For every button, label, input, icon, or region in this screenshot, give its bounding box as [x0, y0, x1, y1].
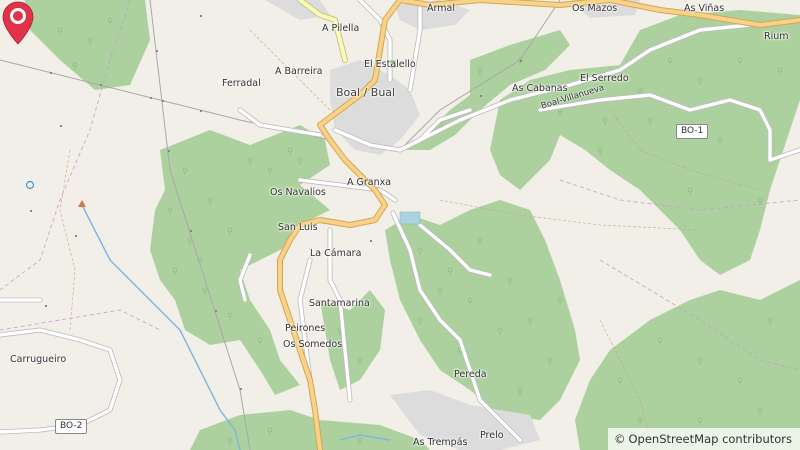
place-label-peirones: Peirones [285, 323, 326, 334]
road-shield-bo1: BO-1 [676, 124, 709, 139]
place-label-a-pilella: A Pilella [322, 23, 360, 34]
peak-icon [78, 200, 86, 207]
attribution-link[interactable]: OpenStreetMap contributors [628, 432, 792, 446]
track-1 [59, 149, 76, 331]
place-label-santamarina: Santamarina [309, 298, 370, 309]
place-label-san-luis: San Luis [278, 222, 318, 233]
spring-icon [25, 180, 35, 190]
map-attribution: © OpenStreetMap contributors [607, 428, 800, 450]
place-label-boal: Boal / Bual [336, 86, 396, 99]
place-label-el-estalello: El Estalello [364, 59, 416, 70]
place-label-os-navalios: Os Navalios [270, 187, 326, 198]
place-label-as-cabanas: As Cabanas [512, 83, 568, 94]
place-label-armal: Armal [427, 3, 455, 14]
forest-south-strip [190, 410, 430, 450]
boundary-south [0, 309, 161, 331]
place-label-as-vinas: As Viñas [684, 3, 725, 14]
place-label-ferradal: Ferradal [222, 78, 261, 89]
map-canvas[interactable]: Armal Os Mazos As Viñas Rium A Pilella E… [0, 0, 800, 450]
forest-northwest [25, 0, 150, 90]
place-label-rium: Rium [764, 31, 789, 42]
place-label-carrugueiro: Carrugueiro [10, 354, 67, 365]
place-label-el-serredo: El Serredo [580, 73, 629, 84]
water-pond [399, 211, 421, 225]
location-pin-icon[interactable] [0, 0, 36, 46]
place-label-a-barreira: A Barreira [275, 66, 323, 77]
place-label-a-granxa: A Granxa [347, 177, 392, 188]
place-label-os-somedos: Os Somedos [283, 339, 343, 350]
forest-south-center [385, 200, 580, 420]
place-label-prelo: Prelo [480, 430, 504, 441]
road-shield-bo2: BO-2 [55, 419, 88, 434]
place-label-pereda: Pereda [454, 369, 487, 380]
copyright-symbol: © [613, 432, 626, 446]
place-label-as-trempas: As Trempás [413, 437, 468, 448]
place-label-la-camara: La Cámara [310, 248, 362, 259]
place-label-os-mazos: Os Mazos [572, 3, 618, 14]
